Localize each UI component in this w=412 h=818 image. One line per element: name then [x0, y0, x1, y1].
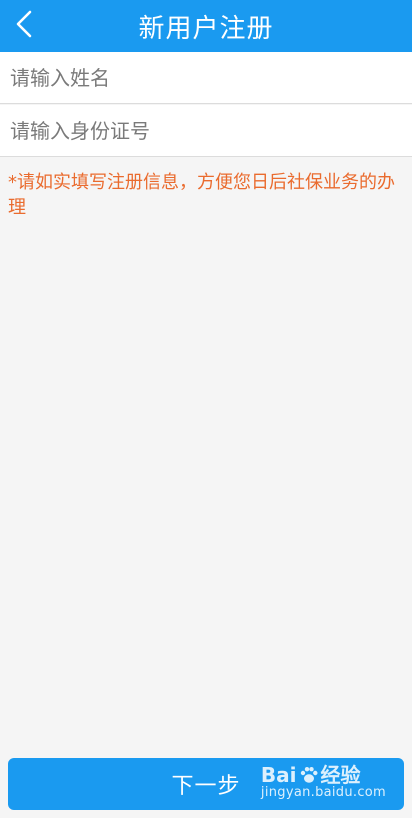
watermark-url: jingyan.baidu.com [260, 785, 386, 800]
baidu-jingyan-watermark: Bai 经验 jingyan.baidu.com [261, 764, 386, 800]
registration-notice: *请如实填写注册信息，方便您日后社保业务的办理 [8, 172, 395, 218]
name-input[interactable] [10, 65, 400, 90]
id-number-field-row [0, 105, 412, 157]
watermark-brand-left: Bai [260, 763, 297, 787]
header-bar: 新用户注册 [0, 0, 412, 52]
back-button[interactable] [4, 6, 44, 46]
name-field-row [0, 52, 412, 104]
watermark-brand: Bai 经验 [261, 764, 386, 786]
page-title: 新用户注册 [138, 13, 274, 44]
next-step-button[interactable]: 下一步 Bai 经验 jingyan.baidu.com [8, 758, 404, 810]
registration-screen: 新用户注册 *请如实填写注册信息，方便您日后社保业务的办理 下一步 Bai [0, 0, 412, 818]
paw-icon [299, 766, 319, 784]
watermark-brand-right: 经验 [320, 763, 361, 787]
id-number-input[interactable] [10, 118, 400, 143]
next-step-label: 下一步 [171, 774, 241, 799]
chevron-left-icon [15, 10, 33, 42]
